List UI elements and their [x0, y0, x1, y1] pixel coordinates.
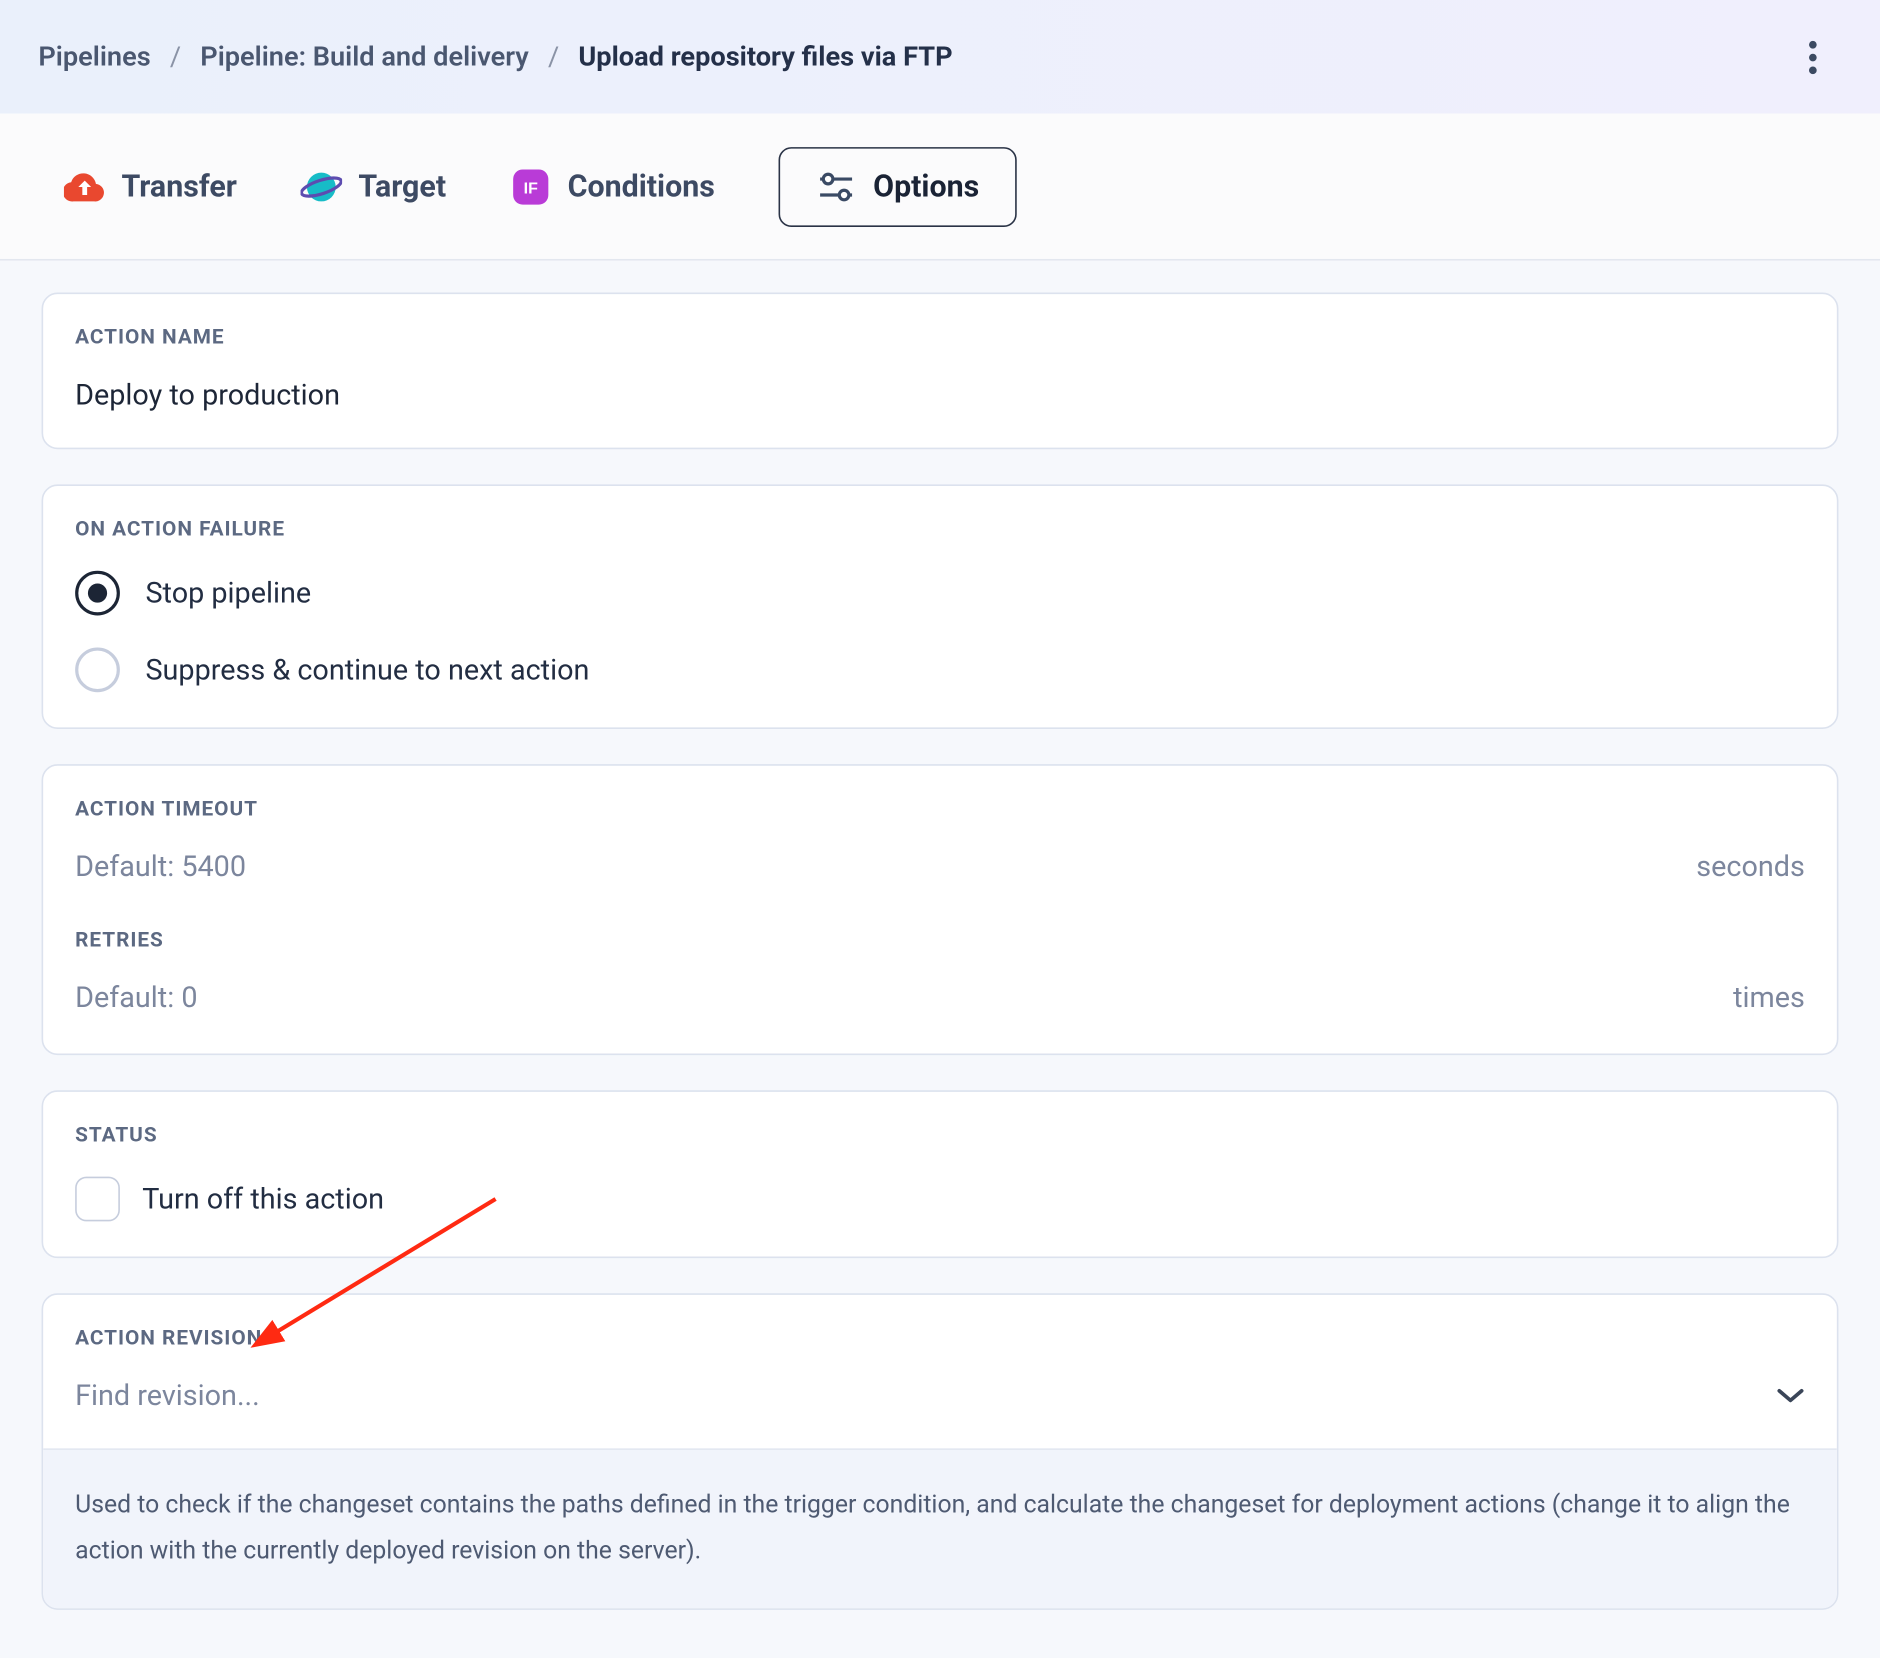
revision-label: ACTION REVISION	[75, 1327, 1805, 1351]
tab-transfer-label: Transfer	[121, 168, 236, 205]
tab-conditions-label: Conditions	[568, 168, 715, 205]
breadcrumb-pipelines[interactable]: Pipelines	[38, 41, 150, 73]
turn-off-label: Turn off this action	[142, 1182, 384, 1216]
sliders-icon	[816, 165, 858, 207]
revision-placeholder: Find revision...	[75, 1380, 260, 1414]
more-menu-button[interactable]	[1784, 28, 1842, 86]
radio-checked-icon	[75, 571, 120, 616]
action-name-card: ACTION NAME Deploy to production	[42, 293, 1839, 450]
tab-bar: Transfer Target IF Conditions Options	[0, 114, 1880, 261]
retries-placeholder: Default: 0	[75, 982, 197, 1016]
cloud-upload-icon	[64, 165, 106, 207]
timeout-label: ACTION TIMEOUT	[75, 798, 1805, 822]
breadcrumb-current: Upload repository files via FTP	[578, 41, 952, 73]
tab-conditions[interactable]: IF Conditions	[510, 165, 715, 207]
planet-icon	[301, 165, 343, 207]
timeout-card: ACTION TIMEOUT Default: 5400 seconds RET…	[42, 764, 1839, 1055]
breadcrumb-separator: /	[548, 41, 559, 73]
retries-input[interactable]: Default: 0 times	[75, 982, 1805, 1016]
revision-select[interactable]: Find revision...	[75, 1380, 1805, 1414]
content-area: ACTION NAME Deploy to production ON ACTI…	[0, 261, 1880, 1658]
breadcrumb-pipeline[interactable]: Pipeline: Build and delivery	[200, 41, 529, 73]
breadcrumb: Pipelines / Pipeline: Build and delivery…	[38, 41, 952, 73]
failure-stop-label: Stop pipeline	[145, 576, 311, 610]
tab-options[interactable]: Options	[779, 146, 1016, 226]
tab-transfer[interactable]: Transfer	[64, 165, 237, 207]
turn-off-row[interactable]: Turn off this action	[75, 1177, 1805, 1222]
checkbox-unchecked-icon	[75, 1177, 120, 1222]
revision-card: ACTION REVISION Find revision... Used to…	[42, 1293, 1839, 1610]
retries-label: RETRIES	[75, 929, 1805, 953]
radio-unchecked-icon	[75, 647, 120, 692]
retries-unit: times	[1733, 982, 1805, 1016]
timeout-placeholder: Default: 5400	[75, 850, 246, 884]
failure-label: ON ACTION FAILURE	[75, 518, 1805, 542]
failure-suppress-label: Suppress & continue to next action	[145, 653, 589, 687]
tab-target-label: Target	[358, 168, 446, 205]
timeout-input[interactable]: Default: 5400 seconds	[75, 850, 1805, 884]
revision-help-text: Used to check if the changeset contains …	[43, 1448, 1837, 1608]
svg-text:IF: IF	[524, 180, 538, 197]
tab-target[interactable]: Target	[301, 165, 446, 207]
vertical-dots-icon	[1808, 39, 1818, 74]
timeout-unit: seconds	[1696, 850, 1805, 884]
failure-suppress-row[interactable]: Suppress & continue to next action	[75, 647, 1805, 692]
chevron-down-icon	[1776, 1380, 1805, 1414]
action-name-value[interactable]: Deploy to production	[75, 379, 1805, 413]
action-name-label: ACTION NAME	[75, 326, 1805, 350]
breadcrumb-separator: /	[170, 41, 181, 73]
failure-stop-row[interactable]: Stop pipeline	[75, 571, 1805, 616]
if-badge-icon: IF	[510, 165, 552, 207]
header-bar: Pipelines / Pipeline: Build and delivery…	[0, 0, 1880, 114]
status-label: STATUS	[75, 1124, 1805, 1148]
failure-card: ON ACTION FAILURE Stop pipeline Suppress…	[42, 484, 1839, 729]
tab-options-label: Options	[873, 168, 979, 205]
status-card: STATUS Turn off this action	[42, 1090, 1839, 1258]
